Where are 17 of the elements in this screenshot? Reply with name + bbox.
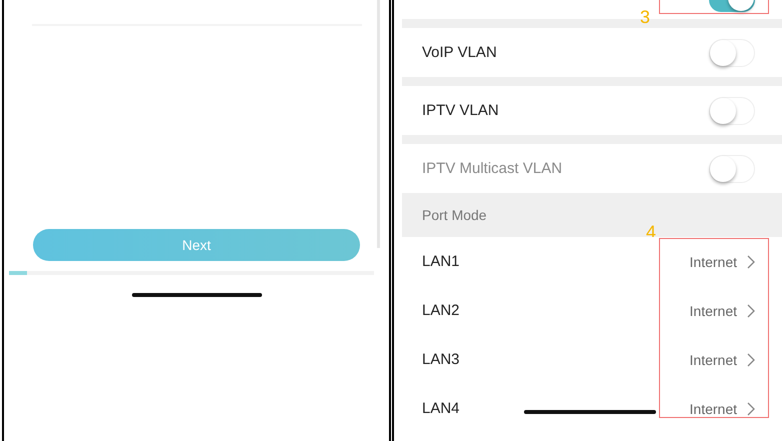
- row-label: LAN3: [422, 351, 460, 368]
- row-value: Internet: [690, 400, 737, 416]
- chevron-right-icon: [747, 254, 755, 268]
- row-value: Internet: [690, 352, 737, 368]
- chevron-right-icon: [747, 304, 755, 318]
- row-label: IPTV Multicast VLAN: [422, 160, 562, 177]
- chevron-right-icon: [747, 352, 755, 366]
- section-header: Port Mode: [422, 207, 487, 223]
- row-label: LAN2: [422, 302, 460, 319]
- row-label: VoIP VLAN: [422, 44, 497, 61]
- chevron-right-icon: [747, 402, 755, 416]
- row-label: LAN1: [422, 253, 460, 270]
- annotation-number: 3: [640, 7, 650, 28]
- row-value: Internet: [690, 302, 737, 318]
- row-label: LAN4: [422, 400, 460, 417]
- row-label: IPTV VLAN: [422, 102, 499, 119]
- row-value: Internet: [690, 254, 737, 270]
